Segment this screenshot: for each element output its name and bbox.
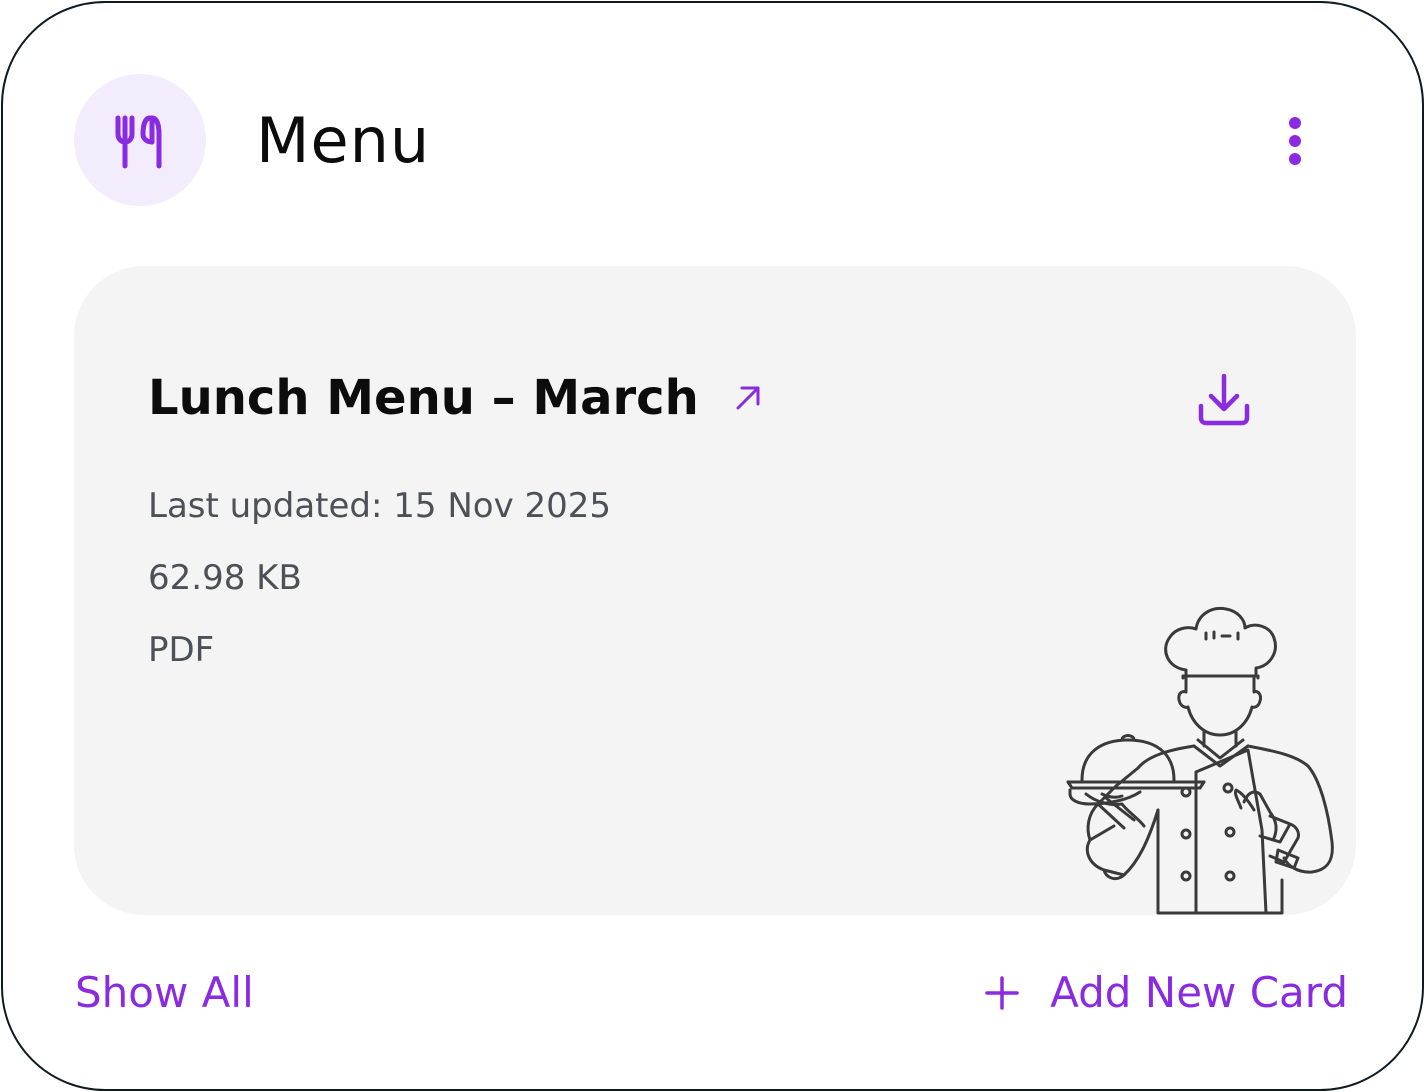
file-type-text: PDF <box>148 630 215 670</box>
last-updated-text: Last updated: 15 Nov 2025 <box>148 486 612 526</box>
menu-file-card[interactable]: Lunch Menu – March Last updated: 15 Nov … <box>74 266 1356 915</box>
page-title: Menu <box>256 104 431 177</box>
utensils-icon <box>115 115 162 169</box>
menu-icon-badge <box>74 74 206 206</box>
file-size-text: 62.98 KB <box>148 558 302 598</box>
more-vertical-icon <box>1289 117 1301 129</box>
arrow-up-right-icon[interactable] <box>733 383 763 413</box>
add-new-card-button[interactable]: Add New Card <box>984 965 1348 1021</box>
more-vertical-icon <box>1289 153 1301 165</box>
more-options-button[interactable] <box>1273 109 1317 173</box>
download-icon[interactable] <box>1194 370 1254 430</box>
card-title-row: Lunch Menu – March <box>148 366 763 430</box>
show-all-link[interactable]: Show All <box>75 965 254 1021</box>
file-title[interactable]: Lunch Menu – March <box>148 366 699 430</box>
chef-illustration <box>1066 606 1334 915</box>
add-new-card-label: Add New Card <box>1050 968 1348 1017</box>
menu-widget: Menu Lunch Menu – March Last updated: 15… <box>1 1 1424 1091</box>
plus-icon <box>985 976 1019 1010</box>
more-vertical-icon <box>1289 135 1301 147</box>
